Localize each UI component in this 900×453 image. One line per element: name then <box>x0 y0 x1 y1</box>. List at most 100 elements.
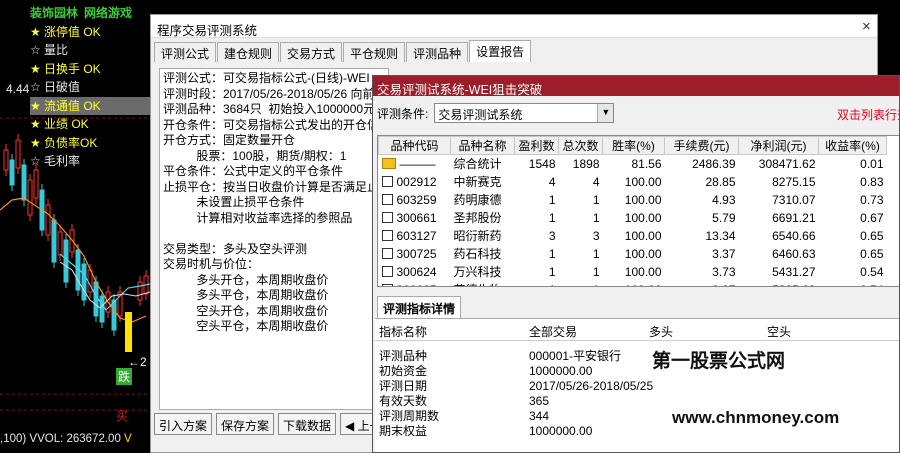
report-line: 多头平仓，本周期收盘价 <box>163 288 329 302</box>
checkbox-icon[interactable] <box>381 175 393 187</box>
folder-icon[interactable] <box>381 157 396 169</box>
dialog-title-bar: 程序交易评测系统 <box>151 15 877 38</box>
chart-arrow-label: ←2 <box>128 355 147 369</box>
cell-fee: 2486.39 <box>692 156 736 171</box>
cell-code-text: 603127 <box>396 228 437 243</box>
cell-rate: 100.00 <box>624 228 662 243</box>
indicator-item-4[interactable]: ★ 流通值 OK <box>30 96 152 115</box>
detail-name: 初始资金 <box>379 364 428 378</box>
checkbox-icon[interactable] <box>381 283 393 286</box>
table-row[interactable]: 002912 中新赛克 4 4 100.00 28.85 8275.15 0.83 <box>379 173 887 191</box>
cell-yield: 0.73 <box>860 192 884 207</box>
candle-body <box>45 204 51 236</box>
checkbox-icon[interactable] <box>381 211 393 223</box>
cell-wins: 4 <box>548 174 556 189</box>
tab-formula[interactable]: 评测公式 <box>154 42 217 62</box>
table-row[interactable]: 300661 圣邦股份 1 1 100.00 5.79 6691.21 0.67 <box>379 209 887 227</box>
checkbox-icon[interactable] <box>381 265 393 277</box>
tab-report-settings[interactable]: 设置报告 <box>469 40 532 62</box>
column-header[interactable]: 总次数 <box>558 136 603 155</box>
star-filled-icon: ★ <box>30 98 41 113</box>
chevron-down-icon[interactable]: ▼ <box>597 104 614 122</box>
detail-header-all: 全部交易 <box>529 325 578 339</box>
candle-body <box>51 219 57 263</box>
checkbox-icon[interactable] <box>381 193 393 205</box>
watermark-url: www.chnmoney.com <box>672 408 840 427</box>
import-scheme-button[interactable]: 引入方案 <box>154 413 213 435</box>
column-header[interactable]: 品种代码 <box>378 136 451 155</box>
detail-name: 评测日期 <box>379 379 428 393</box>
table-row[interactable]: 603127 昭衍新药 3 3 100.00 13.34 6540.66 0.65 <box>379 227 887 245</box>
detail-name: 期末权益 <box>379 424 428 438</box>
tab-instruments[interactable]: 评测品种 <box>406 42 469 62</box>
cell-rate: 100.00 <box>624 246 662 261</box>
detail-row: 评测日期 2017/05/26-2018/05/25 <box>375 379 899 394</box>
sector-tab-1[interactable]: 网络游戏 <box>84 6 132 20</box>
cell-code-text: 300661 <box>396 210 437 225</box>
tab-close-rules[interactable]: 平仓规则 <box>343 42 406 62</box>
cell-profit: 6540.66 <box>772 228 816 243</box>
cell-fee: 3.37 <box>712 246 736 261</box>
star-filled-icon: ★ <box>30 135 41 150</box>
cell-code-text: 603259 <box>396 192 437 207</box>
cell-total: 1 <box>592 210 600 225</box>
cell-fee: 4.93 <box>712 192 736 207</box>
report-line: 未设置止损平仓条件 <box>163 195 305 209</box>
cell-wins: 1 <box>548 192 556 207</box>
cell-yield: 0.65 <box>860 228 884 243</box>
indicator-item-label: 日破值 <box>44 80 81 94</box>
candle-body <box>27 179 33 216</box>
column-header[interactable]: 净利润(元) <box>738 136 819 155</box>
indicator-item-3[interactable]: ☆ 日破值 <box>30 78 152 97</box>
report-line: 空头开仓，本周期收盘价 <box>163 303 329 318</box>
test-result-dialog: 交易评测试系统-WEI狙击突破 评测条件: 交易评测试系统 ▼ 双击列表行查 品… <box>372 75 900 453</box>
report-text-box[interactable]: 评测公式：可交易指标公式-(日线)-WEI 评测时段：2017/05/26-201… <box>159 68 389 410</box>
condition-select[interactable]: 交易评测试系统 ▼ <box>434 103 615 123</box>
checkbox-icon[interactable] <box>381 229 393 241</box>
detail-value: 2017/05/26-2018/05/25 <box>529 379 654 393</box>
candle-body <box>137 281 143 301</box>
star-outline-icon: ☆ <box>30 154 41 168</box>
indicator-item-7[interactable]: ☆ 毛利率 <box>30 152 152 171</box>
candle-body <box>93 281 99 317</box>
download-data-button[interactable]: 下载数据 <box>278 413 337 435</box>
table-row[interactable]: 300725 药石科技 1 1 100.00 3.37 6460.63 0.65 <box>379 245 887 263</box>
cell-name: 圣邦股份 <box>453 211 502 225</box>
table-row[interactable]: ——— 综合统计 1548 1898 81.56 2486.39 308471.62 0.01 <box>379 155 887 173</box>
candle-body <box>9 159 15 186</box>
report-line: 交易时机与价位： <box>163 257 260 271</box>
indicator-item-2[interactable]: ★ 日换手 OK <box>30 60 152 79</box>
candle-body <box>15 139 21 169</box>
tab-open-rules[interactable]: 建仓规则 <box>217 42 280 62</box>
detail-row: 初始资金 1000000.00 <box>375 364 899 379</box>
tab-detail-metrics[interactable]: 评测指标详情 <box>377 296 462 320</box>
table-row[interactable]: 300685艾德生物11100.003.375385.630.54 <box>379 281 887 286</box>
checkbox-icon[interactable] <box>381 247 393 259</box>
cell-yield: 0.65 <box>860 246 884 261</box>
candle-body <box>57 231 63 256</box>
report-line: 股票：100股，期货/期权：1 <box>163 148 347 163</box>
cell-rate: 81.56 <box>631 156 662 171</box>
column-header[interactable]: 手续费(元) <box>664 136 739 155</box>
result-table: 品种代码 品种名称 盈利数 总次数 胜率(%) 手续费(元) 净利润(元) 收益率(%) ——… <box>377 135 899 287</box>
cell-fee: 13.34 <box>705 228 736 243</box>
column-header[interactable]: 盈利数 <box>514 136 559 155</box>
indicator-item-1[interactable]: ☆ 量比 <box>30 41 152 60</box>
save-scheme-button[interactable]: 保存方案 <box>216 413 275 435</box>
fall-signal-label: 跌 <box>116 368 133 385</box>
indicator-item-5[interactable]: ★ 业绩 OK <box>30 115 152 134</box>
table-row[interactable]: 300624 万兴科技 1 1 100.00 3.73 5431.27 0.54 <box>379 263 887 281</box>
table-row[interactable]: 603259 药明康德 1 1 100.00 4.93 7310.07 0.73 <box>379 191 887 209</box>
close-icon[interactable]: × <box>862 18 871 35</box>
sector-tab-0[interactable]: 装饰园林 <box>30 6 78 20</box>
indicator-item-0[interactable]: ★ 涨停值 OK <box>30 23 152 42</box>
column-header[interactable]: 收益率(%) <box>818 136 887 155</box>
column-header[interactable]: 胜率(%) <box>602 136 665 155</box>
cell-fee: 3.73 <box>712 264 736 279</box>
cell-wins: 1 <box>548 246 556 261</box>
cell-yield: 0.01 <box>860 156 884 171</box>
chart-red-fragment: 买 <box>116 409 128 423</box>
indicator-item-6[interactable]: ★ 负债率OK <box>30 134 152 153</box>
column-header[interactable]: 品种名称 <box>450 136 515 155</box>
tab-trade-mode[interactable]: 交易方式 <box>280 42 343 62</box>
